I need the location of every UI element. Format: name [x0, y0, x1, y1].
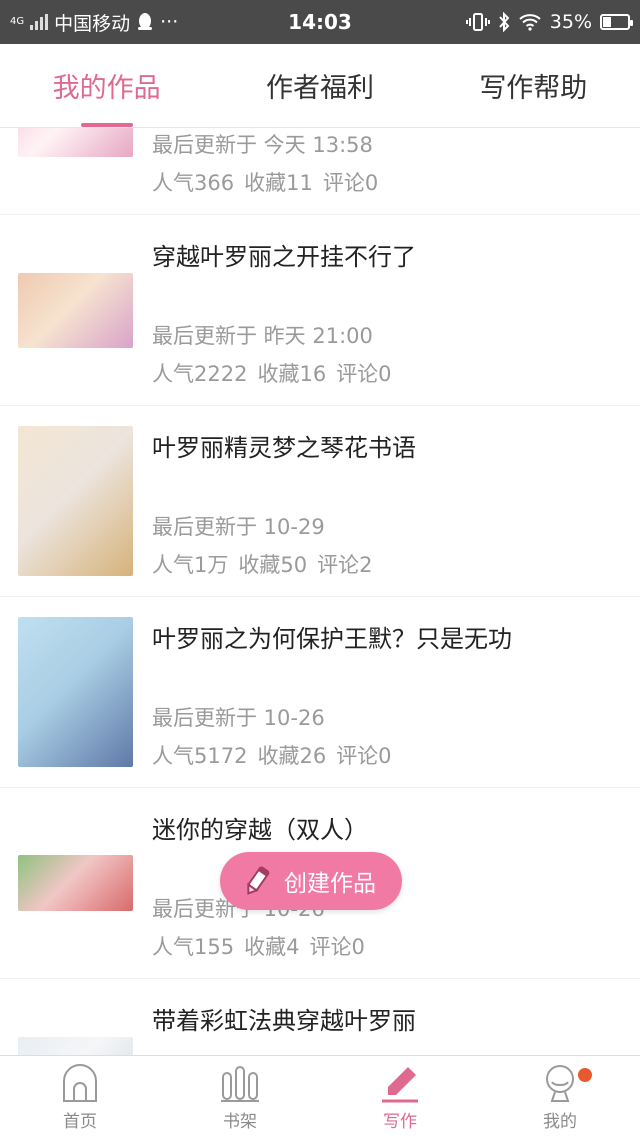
- status-right: 35%: [465, 11, 633, 33]
- work-cover[interactable]: [18, 999, 133, 1055]
- work-cover-image: [18, 1036, 133, 1055]
- battery-fill: [603, 17, 611, 27]
- nav-bookshelf-label: 书架: [223, 1112, 257, 1132]
- qq-icon: [138, 13, 153, 30]
- work-cover-image: [18, 128, 133, 157]
- tab-author-benefits[interactable]: 作者福利: [213, 44, 426, 127]
- vibrate-icon: [465, 13, 490, 31]
- more-notifications: ···: [160, 11, 179, 33]
- home-icon: [63, 1064, 97, 1102]
- nav-home[interactable]: 首页: [0, 1056, 160, 1138]
- work-stats: 人气2222 收藏16 评论0: [152, 358, 402, 388]
- pencil-icon: [247, 866, 270, 895]
- works-list-inner: 最后更新于 今天 13:58 人气366 收藏11 评论0 穿越叶罗丽之开挂不行了 最后更…: [0, 128, 640, 1055]
- battery-icon: [600, 14, 633, 30]
- work-stats: 人气1万 收藏50 评论2: [152, 549, 382, 579]
- work-updated: 最后更新于 今天 13:58: [152, 133, 373, 157]
- nav-bookshelf[interactable]: 书架: [160, 1056, 320, 1138]
- work-favorites: 收藏4: [244, 935, 300, 959]
- work-comments: 评论0: [309, 935, 365, 959]
- work-cover[interactable]: [18, 235, 133, 385]
- work-comments: 评论0: [336, 744, 392, 768]
- work-title[interactable]: 穿越叶罗丽之开挂不行了: [152, 237, 416, 272]
- work-cover[interactable]: [18, 617, 133, 767]
- work-cover[interactable]: [18, 426, 133, 576]
- work-title[interactable]: 迷你的穿越（双人）: [152, 810, 368, 845]
- work-favorites: 收藏50: [238, 553, 308, 577]
- work-comments: 评论2: [317, 553, 373, 577]
- tab-writing-help[interactable]: 写作帮助: [427, 44, 640, 127]
- work-popularity: 人气2222: [152, 362, 248, 386]
- work-popularity: 人气1万: [152, 553, 229, 577]
- bottom-nav: 首页 书架 写作 我的: [0, 1055, 640, 1138]
- nav-profile[interactable]: 我的: [480, 1056, 640, 1138]
- work-item[interactable]: 带着彩虹法典穿越叶罗丽: [0, 979, 640, 1055]
- signal-icon: [30, 14, 49, 30]
- work-favorites: 收藏16: [257, 362, 327, 386]
- work-favorites: 收藏26: [257, 744, 327, 768]
- works-list[interactable]: 最后更新于 今天 13:58 人气366 收藏11 评论0 穿越叶罗丽之开挂不行了 最后更…: [0, 128, 640, 1055]
- work-cover[interactable]: [18, 808, 133, 958]
- status-bar: 4G 中国移动 ··· 14:03 35%: [0, 0, 640, 44]
- work-cover-image: [18, 272, 133, 348]
- nav-write[interactable]: 写作: [320, 1056, 480, 1138]
- work-item[interactable]: 叶罗丽精灵梦之琴花书语最后更新于 10-29 人气1万 收藏50 评论2: [0, 406, 640, 596]
- work-updated: 最后更新于 昨天 21:00: [152, 324, 373, 348]
- work-cover-image: [18, 617, 133, 767]
- work-favorites: 收藏11: [244, 171, 313, 195]
- work-stats: 人气5172 收藏26 评论0: [152, 740, 402, 770]
- work-stats: 人气366 收藏11 评论0: [152, 167, 388, 197]
- bluetooth-icon: [499, 12, 510, 32]
- work-cover[interactable]: [18, 128, 133, 194]
- nav-home-label: 首页: [63, 1112, 97, 1132]
- profile-icon: [546, 1065, 574, 1102]
- work-popularity: 人气5172: [152, 744, 248, 768]
- work-popularity: 人气155: [152, 935, 235, 959]
- pencil-icon: [382, 1067, 418, 1103]
- bookshelf-icon: [221, 1066, 259, 1102]
- status-left: 4G 中国移动 ···: [10, 9, 178, 36]
- wifi-icon: [519, 14, 541, 31]
- tab-my-works[interactable]: 我的作品: [0, 44, 213, 127]
- create-work-label: 创建作品: [284, 871, 376, 897]
- nav-write-label: 写作: [383, 1112, 417, 1132]
- work-title[interactable]: 带着彩虹法典穿越叶罗丽: [152, 1001, 416, 1036]
- work-item[interactable]: 最后更新于 今天 13:58 人气366 收藏11 评论0: [0, 128, 640, 214]
- work-updated: 最后更新于 10-26: [152, 706, 325, 730]
- work-stats: 人气155 收藏4 评论0: [152, 931, 375, 961]
- work-comments: 评论0: [322, 171, 379, 195]
- top-tabs: 我的作品 作者福利 写作帮助: [0, 44, 640, 128]
- work-popularity: 人气366: [152, 171, 235, 195]
- work-title[interactable]: 叶罗丽精灵梦之琴花书语: [152, 428, 416, 463]
- carrier-name: 中国移动: [54, 12, 131, 35]
- work-item[interactable]: 叶罗丽之为何保护王默？只是无功最后更新于 10-26 人气5172 收藏26 评论0: [0, 597, 640, 787]
- work-cover-image: [18, 426, 133, 576]
- work-title[interactable]: 叶罗丽之为何保护王默？只是无功: [152, 619, 512, 654]
- nav-profile-label: 我的: [543, 1112, 577, 1132]
- notification-badge: [578, 1068, 592, 1082]
- work-updated: 最后更新于 10-29: [152, 515, 325, 539]
- create-work-button[interactable]: 创建作品: [220, 852, 402, 910]
- network-indicator: 4G: [10, 16, 25, 27]
- work-item[interactable]: 穿越叶罗丽之开挂不行了最后更新于 昨天 21:00 人气2222 收藏16 评论0: [0, 215, 640, 405]
- work-comments: 评论0: [336, 362, 392, 386]
- work-cover-image: [18, 855, 133, 911]
- battery-percent: 35%: [549, 11, 592, 33]
